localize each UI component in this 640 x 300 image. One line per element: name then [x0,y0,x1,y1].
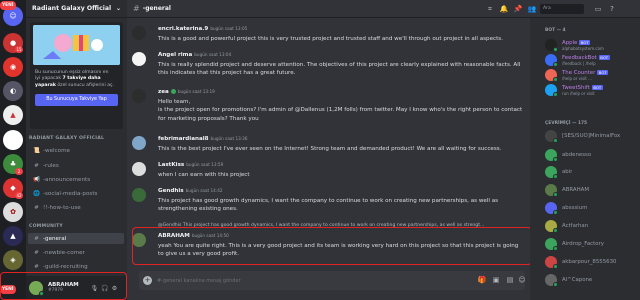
gif-icon[interactable]: ▣ [490,274,502,286]
channel-category[interactable]: RADIANT GALAXY OFFICIAL [29,136,104,141]
new-badge: YENİ [0,1,16,10]
server-icon-7[interactable]: ✿ [3,202,23,222]
message-highlight [132,227,532,265]
server-icon-8[interactable]: ▲ [3,226,23,246]
server-icon-2[interactable]: ◉ [3,57,23,77]
member-group-online: ÇEVRİMİÇİ — 175 [545,121,588,126]
promo-text: Bu sunucunun eşsiz olmasını en iyi yapac… [35,70,114,88]
inbox-icon[interactable]: ▭ [592,3,604,15]
member-item[interactable]: TweetShift BOT run /help or visit [545,83,637,97]
message-text: when I can earn with this project [158,172,250,178]
timestamp: bugün saat 13:59 [186,162,224,167]
promo-illustration [33,25,120,65]
attach-plus-icon[interactable]: + [143,276,152,285]
channel-social-media-posts[interactable]: 🌐 -social-media-posts [28,188,124,199]
member-item[interactable]: abir [545,165,637,179]
gift-icon [33,25,120,65]
bell-icon[interactable]: 🔔 [498,3,510,15]
avatar [545,39,558,52]
timestamp: bugün saat 13:04 [194,52,232,57]
avatar[interactable] [132,89,146,103]
server-icon-3[interactable]: ◐ [3,81,23,101]
author-name[interactable]: Gendhis [158,188,184,194]
server-icon-radiant[interactable] [3,130,23,150]
member-item[interactable]: Airdrop_Factory [545,237,637,251]
timestamp: bugün saat 13:19 [177,89,215,94]
message-input[interactable]: #-general kanalına mesaj gönder [139,271,525,290]
member-item[interactable]: Apple BOT alphabotsystem.com [545,38,637,52]
user-panel-highlight [0,272,127,300]
member-item[interactable]: Al^Capone [545,273,637,287]
server-rail: ☺ YENİ ● 15 ◉ ◐ ▲ ♣ 2 ◆ 42 ✿ ▲ ◈ YENİ [0,0,26,300]
boost-promo: Bu sunucunun eşsiz olmasını en iyi yapac… [30,22,123,129]
message-text: This is the best project I've ever seen … [158,146,502,152]
chevron-down-icon: ⌄ [115,5,121,12]
author-name[interactable]: febrimardianal8 [158,136,209,142]
threads-icon[interactable]: ⌗ [484,3,496,15]
server-name: Radiant Galaxy Official [32,5,112,12]
channel-welcome[interactable]: 📜 -welcome [28,145,124,156]
member-item[interactable]: Actfarhan [545,219,637,233]
pin-icon[interactable]: 📌 [512,3,524,15]
channel-newbie-comer[interactable]: # -newbie-comer [28,247,124,258]
timestamp: bugün saat 14:42 [185,188,223,193]
online-dot [170,89,176,94]
channel-announcements[interactable]: 📢 -announcements [28,174,124,185]
member-item[interactable]: ABRAHAM [545,183,637,197]
emoji-icon[interactable]: ☺ [516,274,528,286]
server-header[interactable]: Radiant Galaxy Official ⌄ [26,0,127,18]
timestamp: bugün saat 13:36 [210,136,248,141]
sticker-icon[interactable]: ▤ [504,274,516,286]
author-name[interactable]: zea [158,89,169,95]
message-text: This is a good and powerful project this… [158,36,503,42]
message-text: This is really splendid project and dese… [158,62,521,77]
server-icon-4[interactable]: ▲ [3,105,23,125]
message-text: Hello team, is the project open for promo… [158,99,523,122]
avatar[interactable] [132,188,146,202]
member-item[interactable]: abdenesso [545,148,637,162]
boost-button[interactable]: Bu Sunucuya Takviye Yap [35,93,118,106]
hash-icon: # [133,4,140,13]
channel-category[interactable]: COMMUNITY [29,224,63,229]
server-icon-9[interactable]: ◈ [3,250,23,270]
unread-count: 42 [15,192,23,199]
members-icon[interactable]: 👥 [526,3,538,15]
member-item[interactable]: The Counter BOT/help or visit ... [545,68,637,82]
gift-icon[interactable]: 🎁 [476,274,488,286]
search-input[interactable]: Ara [540,4,584,14]
member-list: BOT — 4 Apple BOT alphabotsystem.com Feedb… [530,18,640,300]
avatar[interactable] [132,52,146,66]
author-name[interactable]: Angel rima [158,52,192,58]
unread-count: 2 [15,168,23,175]
help-icon[interactable]: ? [606,3,618,15]
author-name[interactable]: encri.katerina.9 [158,26,208,32]
avatar[interactable] [132,162,146,176]
member-item[interactable]: absssium [545,201,637,215]
message-text: This project has good growth dynamics, I… [158,198,499,213]
member-group-bot: BOT — 4 [545,28,566,33]
unread-count: 15 [15,46,23,53]
timestamp: bugün saat 13:05 [210,26,248,31]
avatar[interactable] [132,136,146,150]
avatar [545,69,558,82]
channel-rules[interactable]: # -rules [28,160,124,171]
channel-title: -general [142,5,171,12]
avatar[interactable] [132,26,146,40]
author-name[interactable]: LastKiss [158,162,184,168]
member-item[interactable]: [SES/SUO]MinimalFox [545,129,637,143]
channel-how-to-use[interactable]: # !!-how-to-use [28,202,124,213]
channel-guild-recruiting[interactable]: # -guild-recruiting [28,261,124,272]
channel-general[interactable]: # -general [28,233,124,244]
member-item[interactable]: akbarpour_8555630 [545,255,637,269]
member-item[interactable]: FeedbackBot BOT/feedback | /help [545,53,637,67]
avatar [545,54,558,67]
avatar [545,84,558,97]
